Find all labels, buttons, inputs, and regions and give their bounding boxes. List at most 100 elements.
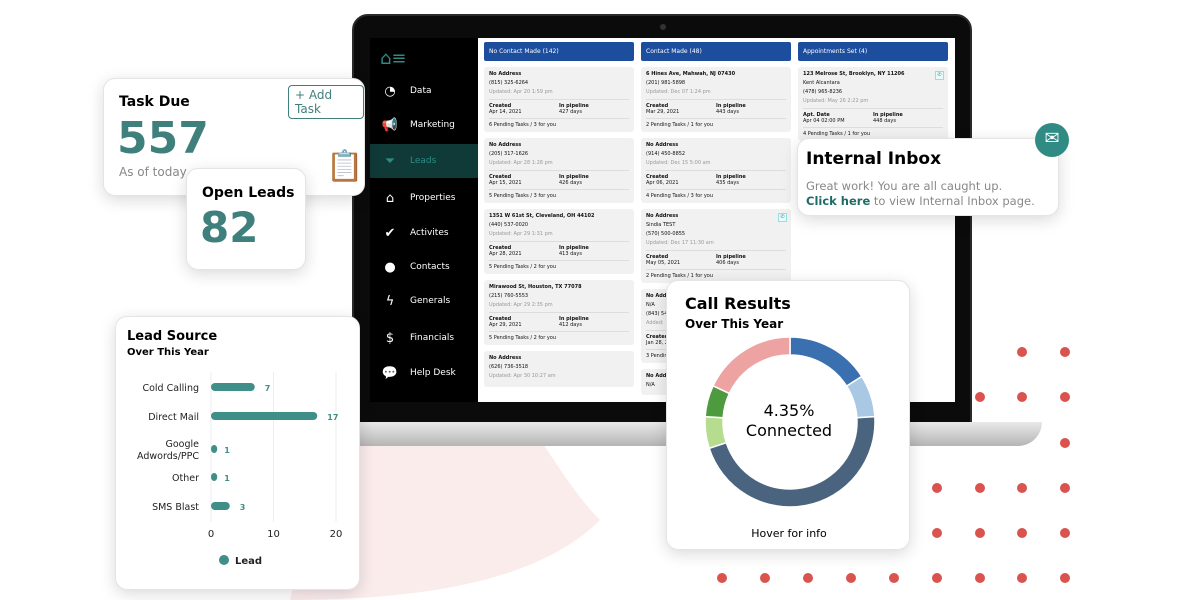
dot [1017,347,1027,357]
card-line: No Address [489,142,522,148]
dot [889,573,899,583]
card-pending-tasks: 2 Pending Tasks / 1 for you [646,269,786,279]
lead-card[interactable]: 6 Hines Ave, Mahwah, NJ 07430 (201) 981-5… [641,67,791,132]
dot [1060,347,1070,357]
category-label: SMS Blast [152,502,199,513]
dot [803,573,813,583]
card-pending-tasks: 5 Pending Tasks / 3 for you [489,189,629,199]
legend-label[interactable]: Lead [235,556,262,567]
dot [1017,573,1027,583]
user-circle-icon: ● [384,259,396,275]
dot [932,483,942,493]
category-label: Other [172,473,199,484]
donut-segment[interactable] [712,336,791,395]
dot [1060,438,1070,448]
inbox-title: Internal Inbox [806,149,942,169]
task-due-subtitle: As of today [119,165,187,179]
card-value: 406 days [716,260,739,266]
card-line: 1351 W 61st St, Cleveland, OH 44102 [489,213,595,219]
bar[interactable] [211,473,218,481]
card-line: No Address [489,71,522,77]
phone-icon[interactable]: ✆ [778,213,787,222]
dot [932,528,942,538]
bar[interactable] [211,383,255,391]
funnel-icon: ⏷ [384,153,396,169]
dot [975,392,985,402]
dot [1017,392,1027,402]
card-value: Apr 14, 2021 [489,109,522,115]
category-label: Adwords/PPC [137,451,199,462]
phone-icon[interactable]: ✆ [935,71,944,80]
card-updated: Updated: Apr 29 2:35 pm [489,302,553,308]
dot [1060,392,1070,402]
lead-card[interactable]: 1351 W 61st St, Cleveland, OH 44102 (440)… [484,209,634,274]
card-line: (205) 317-1626 [489,151,529,157]
card-value: 435 days [716,180,739,186]
lead-card[interactable]: No Address (815) 325-6264 Updated: Apr 20 … [484,67,634,132]
sidebar-item-label: Contacts [410,262,450,272]
inbox-link[interactable]: Click here [806,194,870,208]
card-value: Apr 04 02:00 PM [803,118,845,124]
sidebar-item-contacts[interactable]: ● Contacts [370,250,478,284]
sidebar: ⌂≡ ◔ Data 📢 Marketing ⏷ Leads ⌂ Properties ✔ Acti… [370,38,478,402]
sidebar-item-marketing[interactable]: 📢 Marketing [370,108,478,142]
sidebar-item-financials[interactable]: $ Financials [370,321,478,355]
dot [1017,483,1027,493]
dollar-icon: $ [385,330,395,346]
card-line: (478) 965-8236 [803,89,843,95]
card-value: 443 days [716,109,739,115]
bar[interactable] [211,445,218,453]
open-leads-card: Open Leads 82 [186,168,306,270]
lead-card[interactable]: No Address (914) 450-8852 Updated: Dec 15 … [641,138,791,203]
sidebar-item-leads[interactable]: ⏷ Leads [370,144,478,178]
bar-value-label: 1 [224,446,230,455]
sidebar-item-label: Properties [410,193,456,203]
sidebar-item-label: Generals [410,296,451,306]
sidebar-item-data[interactable]: ◔ Data [370,74,478,108]
card-pending-tasks: 5 Pending Tasks / 2 for you [489,260,629,270]
lead-card[interactable]: Mirawood St, Houston, TX 77078 (215) 760-… [484,280,634,345]
lead-card[interactable]: ✆ 123 Melrose St, Brooklyn, NY 11206 Kent … [798,67,948,141]
card-updated: Updated: Dec 15 5:00 am [646,160,711,166]
card-value: 426 days [559,180,582,186]
home-logo: ⌂≡ [380,48,407,69]
sidebar-item-label: Financials [410,333,455,343]
inbox-link-text: to view Internal Inbox page. [870,194,1035,208]
bar[interactable] [211,412,318,420]
pie-chart-icon: ◔ [384,83,396,99]
dot [717,573,727,583]
internal-inbox-card[interactable]: Internal Inbox Great work! You are all c… [797,123,1069,216]
lead-source-chart: Cold Calling 7 Direct Mail 17 GoogleAdwords/… [137,372,342,567]
card-pending-tasks: 4 Pending Tasks / 1 for you [803,127,943,137]
call-results-card: Call Results Over This Year 4.35% Connec… [666,280,910,550]
sidebar-item-activites[interactable]: ✔ Activites [370,216,478,250]
card-line: (815) 325-6264 [489,80,529,86]
card-pending-tasks: 2 Pending Tasks / 1 for you [646,118,786,128]
card-line: (626) 736-3518 [489,364,529,370]
bar-value-label: 17 [327,413,338,422]
category-label: Google [165,439,199,450]
donut-segment[interactable] [789,336,863,388]
bar-value-label: 3 [240,503,246,512]
card-line: (440) 537-0020 [489,222,529,228]
home-icon: ⌂ [385,190,395,206]
sidebar-item-generals[interactable]: ϟ Generals [370,284,478,318]
card-value: Apr 06, 2021 [646,180,679,186]
dot [975,483,985,493]
lead-card[interactable]: ✆ No Address Sindia TEST (570) 500-0855 Upda… [641,209,791,283]
add-task-button[interactable]: + Add Task [288,85,364,119]
donut-center-label: Connected [745,421,833,440]
sidebar-item-help-desk[interactable]: 💬 Help Desk [370,356,478,390]
open-leads-value: 82 [200,203,259,252]
sidebar-item-properties[interactable]: ⌂ Properties [370,181,478,215]
card-updated: Updated: May 26 2:22 pm [803,98,869,104]
task-due-value: 557 [117,113,209,164]
dot [975,573,985,583]
card-updated: Updated: Apr 28 1:28 pm [489,160,553,166]
lead-card[interactable]: No Address (626) 736-3518 Updated: Apr 30 … [484,351,634,387]
donut-center-value: 4.35% [763,401,815,420]
lead-card[interactable]: No Address (205) 317-1626 Updated: Apr 28 … [484,138,634,203]
bar[interactable] [211,502,230,510]
card-value: Apr 15, 2021 [489,180,522,186]
card-value: 427 days [559,109,582,115]
